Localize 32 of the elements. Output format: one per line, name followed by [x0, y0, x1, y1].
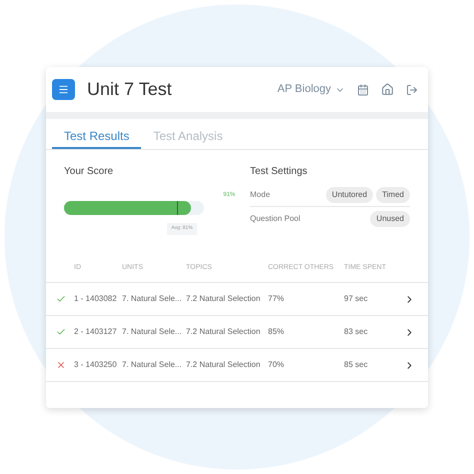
tab[interactable]: Test Analysis [141, 127, 235, 149]
table-cell-text: 7.2 Natural Selection [186, 326, 262, 338]
table-cell-text: 7. Natural Sele... [122, 293, 183, 305]
calendar-icon[interactable] [357, 84, 369, 96]
menu-button[interactable] [52, 79, 75, 100]
table-cell-text: 85 sec [344, 359, 369, 371]
setting-label: Mode [250, 188, 272, 200]
tab[interactable]: Test Results [52, 127, 142, 149]
table-cell-text: 83 sec [344, 326, 369, 338]
score-title: Your Score [64, 165, 114, 179]
setting-tag: Untutored [326, 186, 374, 202]
settings-title: Test Settings [250, 165, 308, 179]
table-cell-text: 7.2 Natural Selection [186, 293, 262, 305]
table-cell-text: 7. Natural Sele... [122, 359, 183, 371]
table-cell-text: 85% [268, 326, 286, 338]
table-cell-text: 70% [268, 359, 286, 371]
table-cell-text: 97 sec [344, 293, 369, 305]
table-cell-text: 2 - 1403127 [74, 326, 118, 338]
logout-icon[interactable] [406, 84, 418, 96]
table-cell-text: 7. Natural Sele... [122, 326, 183, 338]
page-title: Unit 7 Test [87, 78, 172, 101]
setting-tag: Unused [370, 211, 410, 227]
course-dropdown[interactable]: AP Biology [277, 81, 345, 98]
setting-label: Question Pool [250, 213, 302, 225]
setting-tag: Timed [376, 186, 410, 202]
home-icon[interactable] [381, 83, 394, 96]
menu-icon [58, 84, 69, 95]
table-cell-text: 77% [268, 293, 286, 305]
table-cell-text: 7.2 Natural Selection [186, 359, 262, 371]
average-marker [177, 201, 178, 215]
table-cell-text: 1 - 1403082 [74, 293, 118, 305]
table-cell-text: 3 - 1403250 [74, 359, 118, 371]
